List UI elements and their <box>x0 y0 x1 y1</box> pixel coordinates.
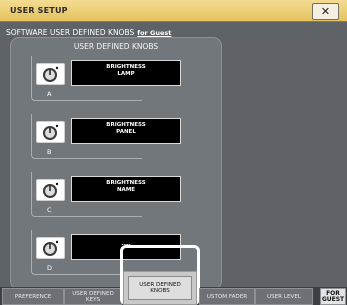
tab-preference[interactable]: PREFERENCE <box>2 288 64 305</box>
tab-user-defined-keys[interactable]: USER DEFINED KEYS <box>64 288 122 305</box>
close-button[interactable]: ✕ <box>312 3 339 20</box>
knob-icon <box>43 124 59 140</box>
title-bar: USER SETUP ✕ <box>0 0 347 22</box>
close-icon: ✕ <box>320 5 331 18</box>
assign-line-1: BRIGHTNESS <box>106 180 146 186</box>
tab-custom-fader[interactable]: USTOM FADER <box>199 288 255 305</box>
tab-for-guest[interactable]: FOR GUEST <box>320 288 346 305</box>
tab-label: USTOM FADER <box>206 293 248 300</box>
knob-row-a: A BRIGHTNESS LAMP <box>31 56 181 102</box>
knob-button-c[interactable] <box>36 179 65 201</box>
knob-row-c: C BRIGHTNESS NAME <box>31 172 181 218</box>
knob-assign-display[interactable]: BRIGHTNESS PANEL <box>71 118 181 144</box>
knob-button-b[interactable] <box>36 121 65 143</box>
assign-line-2: LAMP <box>117 71 135 77</box>
knob-assign-display[interactable]: BRIGHTNESS LAMP <box>71 60 181 86</box>
knob-button-d[interactable] <box>36 237 65 259</box>
knob-letter: A <box>47 90 52 98</box>
knob-row-b: B BRIGHTNESS PANEL <box>31 114 181 160</box>
knob-letter: C <box>47 206 52 214</box>
user-link[interactable]: for Guest <box>137 29 171 37</box>
tab-label: PREFERENCE <box>14 293 52 300</box>
assign-line-2: PANEL <box>116 129 136 135</box>
assign-line-1: BRIGHTNESS <box>106 122 146 128</box>
tab-user-defined-knobs[interactable]: USER DEFINED KNOBS <box>123 271 197 305</box>
tab-label: KEYS <box>85 296 101 303</box>
knob-letter: B <box>47 148 52 156</box>
panel-title: USER DEFINED KNOBS <box>73 42 159 51</box>
knob-assign-display[interactable]: BRIGHTNESS NAME <box>71 176 181 202</box>
section-header: SOFTWARE USER DEFINED KNOBS for Guest <box>6 28 171 37</box>
user-setup-window: USER SETUP ✕ SOFTWARE USER DEFINED KNOBS… <box>0 0 347 305</box>
tab-label: GUEST <box>321 295 345 303</box>
knob-icon <box>43 240 59 256</box>
assign-line-1: BRIGHTNESS <box>106 64 146 70</box>
section-title: SOFTWARE USER DEFINED KNOBS <box>6 28 135 37</box>
knob-button-a[interactable] <box>36 63 65 85</box>
window-title: USER SETUP <box>10 6 68 15</box>
knob-letter: D <box>47 264 53 272</box>
assign-line-2: NAME <box>116 187 136 193</box>
tab-inner: USER DEFINED KNOBS <box>128 276 192 300</box>
knob-icon <box>43 182 59 198</box>
tab-label: USER LEVEL <box>267 293 301 300</box>
knob-icon <box>43 66 59 82</box>
tab-label: KNOBS <box>150 288 170 294</box>
tab-user-level[interactable]: USER LEVEL <box>255 288 313 305</box>
